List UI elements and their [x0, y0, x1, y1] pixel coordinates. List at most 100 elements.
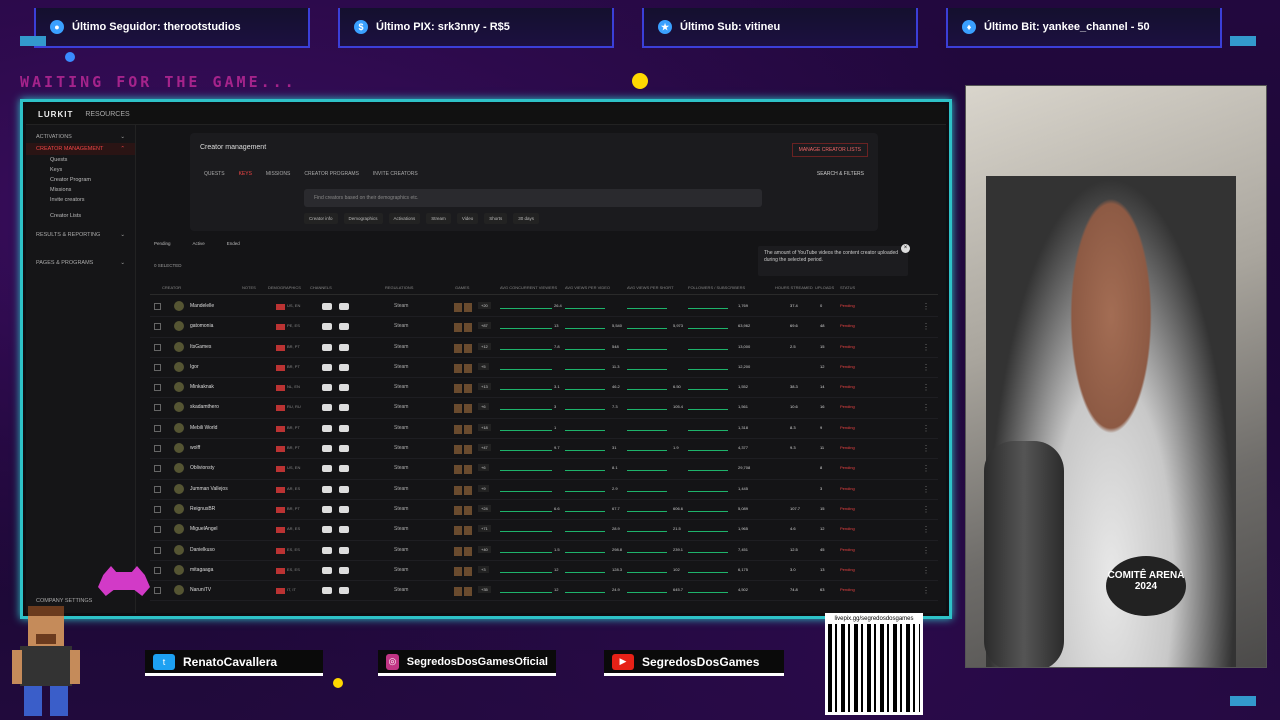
- column-header[interactable]: REGULATIONS: [385, 285, 413, 290]
- table-row[interactable]: ReignusBR BR, PT Steam +24 6.6 67.7 606.6 5,089…: [150, 500, 938, 521]
- twitch-icon[interactable]: [339, 303, 349, 310]
- row-menu-icon[interactable]: ⋮: [922, 464, 930, 473]
- column-header[interactable]: STATUS: [840, 285, 855, 290]
- youtube-icon[interactable]: [322, 546, 332, 554]
- resources-menu[interactable]: RESOURCES: [85, 111, 129, 118]
- lurkit-logo[interactable]: LURKIT: [38, 110, 73, 119]
- table-row[interactable]: Mandelelle US, EN Steam +20 26.4 1,769 37.4 0 Pe…: [150, 297, 938, 318]
- twitch-icon[interactable]: [339, 343, 349, 351]
- youtube-icon[interactable]: [322, 465, 332, 473]
- close-icon[interactable]: ×: [901, 244, 910, 253]
- tab-ended[interactable]: Ended: [227, 241, 240, 246]
- column-header[interactable]: HOURS STREAMED: [775, 285, 813, 290]
- creator-name[interactable]: Mandelelle: [190, 303, 214, 309]
- sidebar-item-invite-creators[interactable]: Invite creators: [26, 195, 135, 205]
- table-row[interactable]: Danielkuso ES, ES Steam +40 1.5 298.8 239.1 7,4…: [150, 541, 938, 561]
- row-menu-icon[interactable]: ⋮: [922, 302, 930, 311]
- table-row[interactable]: wolff BR, PT Steam +47 9.7 31 1.9 4,377 9.3 11 Pen…: [150, 439, 938, 460]
- column-header[interactable]: DEMOGRAPHICS: [268, 285, 301, 290]
- row-menu-icon[interactable]: ⋮: [922, 383, 930, 392]
- creator-name[interactable]: Mebili World: [190, 425, 217, 431]
- creator-name[interactable]: gatomonia: [190, 323, 213, 329]
- row-menu-icon[interactable]: ⋮: [922, 322, 930, 331]
- row-menu-icon[interactable]: ⋮: [922, 566, 930, 575]
- sidebar-item-creator-management[interactable]: CREATOR MANAGEMENT ⌃: [26, 143, 135, 155]
- tab-active[interactable]: Active: [193, 241, 205, 246]
- youtube-icon[interactable]: [322, 384, 332, 392]
- row-checkbox[interactable]: [154, 404, 161, 412]
- row-menu-icon[interactable]: ⋮: [922, 485, 930, 494]
- creator-name[interactable]: Igor: [190, 364, 199, 370]
- row-checkbox[interactable]: [154, 566, 161, 574]
- row-menu-icon[interactable]: ⋮: [922, 363, 930, 372]
- youtube-icon[interactable]: [322, 485, 332, 493]
- youtube-icon[interactable]: [322, 424, 332, 432]
- table-row[interactable]: Igor BR, PT Steam +5 11.3 12,200 12 Pending ⋮: [150, 358, 938, 379]
- creator-name[interactable]: Danielkuso: [190, 547, 215, 553]
- row-checkbox[interactable]: [154, 445, 161, 453]
- row-checkbox[interactable]: [154, 323, 161, 331]
- youtube-icon[interactable]: [322, 303, 332, 310]
- row-checkbox[interactable]: [154, 343, 161, 351]
- column-header[interactable]: CHANNELS: [310, 285, 332, 290]
- table-row[interactable]: gatomonia PE, ES Steam +87 13 5,540 5,973 63,96…: [150, 317, 938, 338]
- row-menu-icon[interactable]: ⋮: [922, 546, 930, 555]
- sidebar-item-missions[interactable]: Missions: [26, 185, 135, 195]
- row-checkbox[interactable]: [154, 546, 161, 554]
- column-header[interactable]: UPLOADS: [815, 285, 834, 290]
- twitch-icon[interactable]: [339, 587, 349, 595]
- search-filters-toggle[interactable]: SEARCH & FILTERS: [817, 171, 864, 177]
- youtube-icon[interactable]: [322, 445, 332, 453]
- chip-shorts[interactable]: Shorts: [484, 213, 508, 224]
- table-row[interactable]: NaruniTV IT, IT Steam +35 12 24.9 645.7 4,502 74…: [150, 581, 938, 602]
- twitch-icon[interactable]: [339, 363, 349, 371]
- creator-search-input[interactable]: Find creators based on their demographic…: [304, 189, 762, 207]
- column-header[interactable]: AVG VIEWS PER SHORT: [627, 285, 674, 290]
- row-checkbox[interactable]: [154, 485, 161, 493]
- tab-keys[interactable]: KEYS: [239, 171, 252, 177]
- youtube-icon[interactable]: [322, 363, 332, 371]
- table-row[interactable]: MiguelAngel AR, ES Steam +71 28.9 21.5 1,965 4.…: [150, 520, 938, 541]
- creator-name[interactable]: ReignusBR: [190, 506, 215, 512]
- creator-name[interactable]: skadamthero: [190, 404, 219, 410]
- row-checkbox[interactable]: [154, 303, 161, 310]
- sidebar-item-quests[interactable]: Quests: [26, 155, 135, 165]
- twitch-icon[interactable]: [339, 526, 349, 534]
- table-row[interactable]: mitagaaga ES, ES Steam +3 12 128.3 102 6,175 3.0…: [150, 561, 938, 582]
- creator-name[interactable]: Minkaknak: [190, 384, 214, 390]
- creator-name[interactable]: wolff: [190, 445, 200, 451]
- youtube-icon[interactable]: [322, 566, 332, 574]
- twitch-icon[interactable]: [339, 424, 349, 432]
- row-menu-icon[interactable]: ⋮: [922, 444, 930, 453]
- creator-name[interactable]: mitagaaga: [190, 567, 213, 573]
- sidebar-item-creator-lists[interactable]: Creator Lists: [26, 211, 135, 221]
- row-checkbox[interactable]: [154, 424, 161, 432]
- youtube-icon[interactable]: [322, 404, 332, 412]
- table-row[interactable]: Minkaknak NL, EN Steam +13 3.1 46.2 6.50 1,552 3…: [150, 378, 938, 399]
- youtube-icon[interactable]: [322, 587, 332, 595]
- tab-invite-creators[interactable]: INVITE CREATORS: [373, 171, 418, 177]
- twitch-icon[interactable]: [339, 384, 349, 392]
- column-header[interactable]: NOTES: [242, 285, 256, 290]
- tab-missions[interactable]: MISSIONS: [266, 171, 290, 177]
- table-row[interactable]: ItsGames BR, PT Steam +12 7.8 548 13,000 2.5 15 P…: [150, 338, 938, 358]
- chip-video[interactable]: Video: [456, 213, 479, 224]
- twitch-icon[interactable]: [339, 465, 349, 473]
- sidebar-item-keys[interactable]: Keys: [26, 165, 135, 175]
- creator-name[interactable]: Jumman Vallejos: [190, 486, 228, 492]
- creator-name[interactable]: NaruniTV: [190, 587, 211, 593]
- chip-activations[interactable]: Activations: [388, 213, 421, 224]
- tab-pending[interactable]: Pending: [154, 241, 171, 246]
- tab-creator-programs[interactable]: CREATOR PROGRAMS: [304, 171, 359, 177]
- sidebar-item-activations[interactable]: ACTIVATIONS ⌄: [26, 131, 135, 143]
- chip-creator-info[interactable]: Creator info: [304, 213, 338, 224]
- row-menu-icon[interactable]: ⋮: [922, 505, 930, 514]
- row-menu-icon[interactable]: ⋮: [922, 586, 930, 595]
- twitch-icon[interactable]: [339, 546, 349, 554]
- table-row[interactable]: Mebili World BR, PT Steam +18 1 1,318 8.3 9 Pend…: [150, 419, 938, 440]
- chip-stream[interactable]: Stream: [426, 213, 451, 224]
- row-menu-icon[interactable]: ⋮: [922, 343, 930, 352]
- row-checkbox[interactable]: [154, 384, 161, 392]
- chip-period[interactable]: 30 days: [513, 213, 540, 224]
- twitch-icon[interactable]: [339, 445, 349, 453]
